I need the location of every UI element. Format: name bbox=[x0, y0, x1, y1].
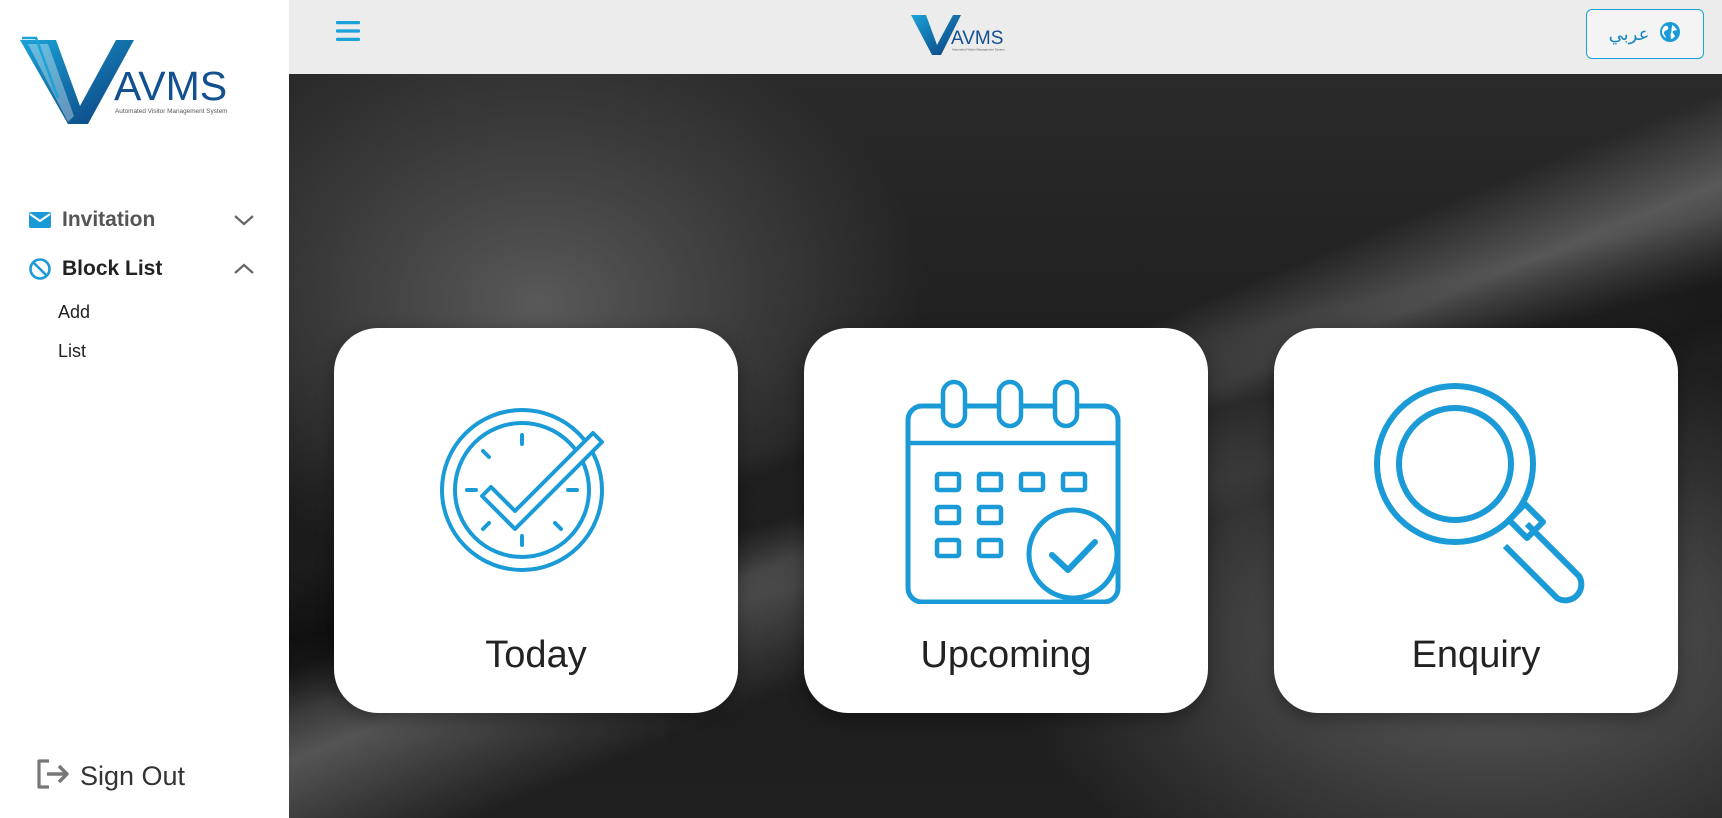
hamburger-menu-icon[interactable] bbox=[335, 18, 361, 44]
upcoming-label: Upcoming bbox=[920, 634, 1092, 676]
today-label: Today bbox=[485, 634, 587, 676]
globe-icon bbox=[1659, 21, 1681, 48]
svg-text:Automated Visitor Management S: Automated Visitor Management System bbox=[115, 108, 227, 115]
calendar-check-icon bbox=[891, 374, 1121, 605]
clock-check-icon bbox=[421, 374, 651, 604]
svg-text:Automated Visitor Management S: Automated Visitor Management System bbox=[952, 48, 1005, 52]
today-card[interactable]: Today bbox=[334, 328, 738, 713]
envelope-icon bbox=[26, 208, 54, 232]
enquiry-card[interactable]: Enquiry bbox=[1274, 328, 1678, 713]
chevron-up-icon bbox=[232, 257, 256, 281]
avms-logo[interactable]: AVMS Automated Visitor Management System bbox=[18, 36, 270, 136]
header-logo[interactable]: AVMS Automated Visitor Management System bbox=[910, 13, 1022, 59]
sidebar-item-block-list[interactable]: Block List bbox=[26, 252, 256, 286]
chevron-down-icon bbox=[232, 208, 256, 232]
sidebar-subitem-list[interactable]: List bbox=[58, 341, 86, 362]
sidebar-item-invitation[interactable]: Invitation bbox=[26, 203, 256, 237]
sidebar-item-label: Invitation bbox=[62, 208, 156, 231]
ban-icon bbox=[26, 257, 54, 281]
sidebar-item-label: Block List bbox=[62, 257, 163, 280]
language-toggle-button[interactable]: عربي bbox=[1586, 9, 1704, 59]
sign-out-label: Sign Out bbox=[80, 760, 186, 791]
sign-out-button[interactable]: Sign Out bbox=[36, 757, 185, 795]
enquiry-label: Enquiry bbox=[1411, 634, 1541, 676]
language-label: عربي bbox=[1608, 23, 1650, 44]
svg-text:AVMS: AVMS bbox=[114, 63, 227, 109]
sign-out-icon bbox=[36, 758, 72, 795]
svg-text:AVMS: AVMS bbox=[951, 28, 1003, 49]
magnifier-icon bbox=[1361, 374, 1591, 604]
sidebar-subitem-add[interactable]: Add bbox=[58, 302, 90, 323]
sidebar: AVMS Automated Visitor Management System… bbox=[0, 0, 289, 818]
upcoming-card[interactable]: Upcoming bbox=[804, 328, 1208, 713]
